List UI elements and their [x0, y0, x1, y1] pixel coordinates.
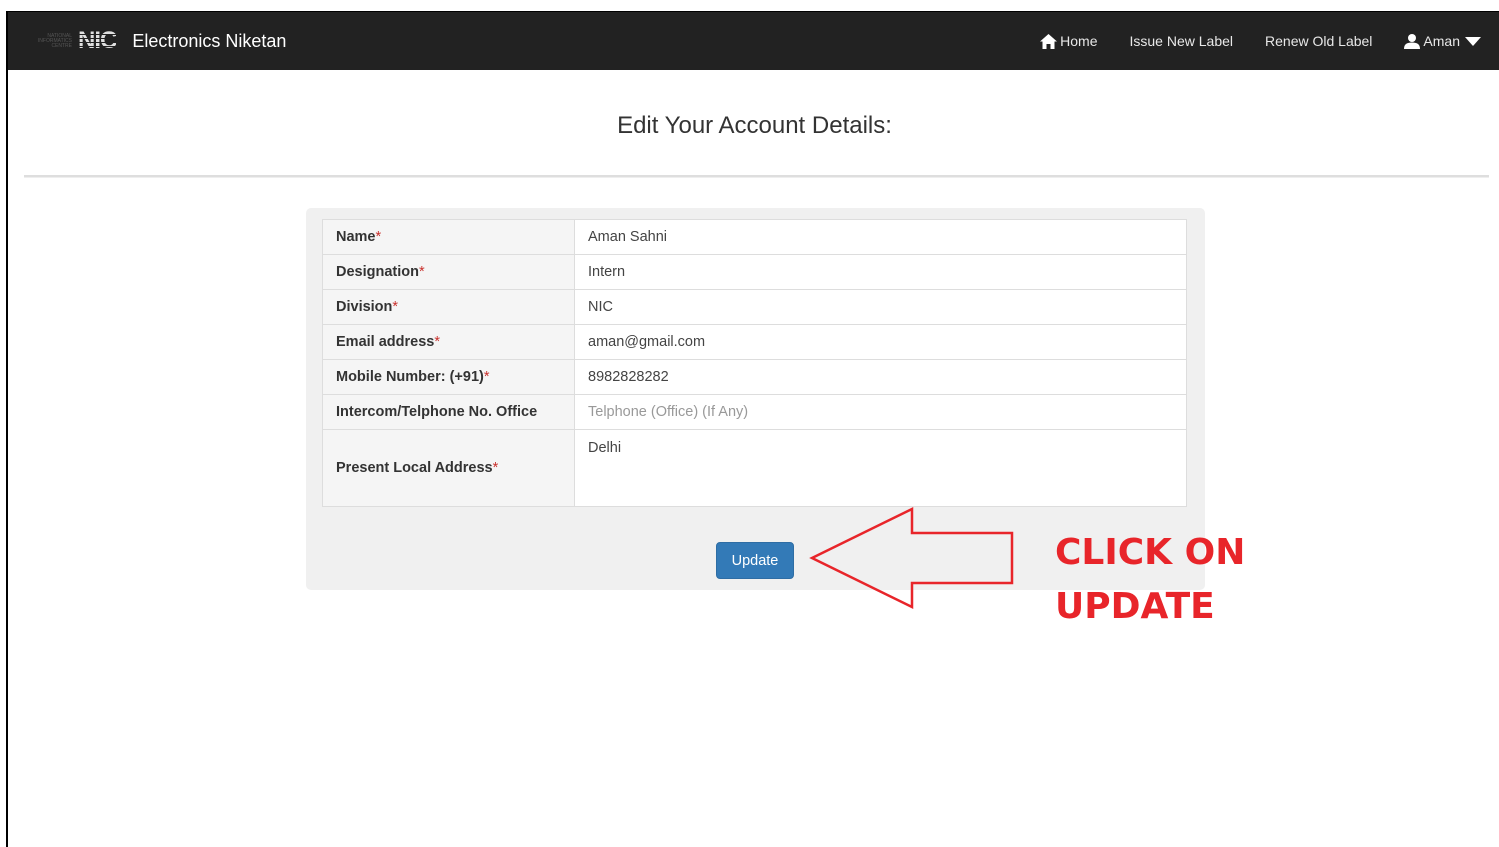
field-value: Aman Sahni	[588, 229, 667, 245]
annotation-text: CLICK ON UPDATE	[1055, 526, 1245, 634]
divider	[24, 175, 1489, 178]
required-marker: *	[418, 264, 425, 280]
nav-user-name: Aman	[1423, 33, 1460, 49]
user-icon	[1404, 33, 1421, 49]
field-input[interactable]: Telphone (Office) (If Any)	[574, 394, 1187, 430]
account-form-table: Name* Aman Sahni Designation* Intern Divisio…	[322, 219, 1187, 507]
field-value: aman@gmail.com	[588, 334, 706, 350]
brand[interactable]: NATIONAL INFORMATICS CENTRE NIC Electron…	[26, 12, 287, 70]
field-label: Intercom/Telphone No. Office	[336, 404, 538, 420]
nav-home[interactable]: Home	[1040, 33, 1098, 49]
update-button[interactable]: Update	[716, 542, 794, 579]
field-label: Mobile Number: (+91)	[336, 369, 484, 385]
field-label: Name	[336, 229, 376, 245]
nic-logo-small-text: NATIONAL INFORMATICS CENTRE	[37, 32, 72, 49]
field-label-cell: Email address*	[322, 324, 575, 360]
annotation-arrow	[809, 506, 1014, 610]
nav-user-dropdown[interactable]: Aman	[1404, 33, 1485, 49]
nav-issue-new-label[interactable]: Issue New Label	[1130, 33, 1234, 49]
field-placeholder: Telphone (Office) (If Any)	[588, 404, 749, 420]
field-input[interactable]: 8982828282	[574, 359, 1187, 395]
required-marker: *	[375, 229, 382, 245]
annotation-line-1: CLICK ON	[1055, 532, 1246, 573]
nav-links: Home Issue New Label Renew Old Label Ama…	[1008, 12, 1485, 70]
field-label-cell: Present Local Address*	[322, 429, 575, 507]
field-input[interactable]: Intern	[574, 254, 1187, 290]
home-icon	[1040, 33, 1058, 49]
nic-logo: NIC	[78, 27, 117, 54]
top-navbar: NATIONAL INFORMATICS CENTRE NIC Electron…	[8, 12, 1499, 70]
brand-name: Electronics Niketan	[132, 30, 287, 51]
form-row: Intercom/Telphone No. Office Telphone (Of…	[322, 394, 1187, 430]
browser-frame: NATIONAL INFORMATICS CENTRE NIC Electron…	[6, 11, 1499, 847]
form-row: Division* NIC	[322, 289, 1187, 325]
field-label-cell: Intercom/Telphone No. Office	[322, 394, 575, 430]
required-marker: *	[483, 369, 490, 385]
field-label-cell: Division*	[322, 289, 575, 325]
field-label-cell: Name*	[322, 219, 575, 255]
annotation-line-2: UPDATE	[1055, 586, 1215, 627]
nav-renew-old-label[interactable]: Renew Old Label	[1265, 33, 1372, 49]
page-title: Edit Your Account Details:	[617, 112, 892, 139]
field-label: Designation	[336, 264, 419, 280]
field-value: 8982828282	[588, 369, 669, 385]
address-textarea[interactable]: Delhi	[574, 429, 1187, 507]
field-input[interactable]: aman@gmail.com	[574, 324, 1187, 360]
field-value: Delhi	[588, 440, 622, 456]
field-label-cell: Designation*	[322, 254, 575, 290]
nav-renew-label: Renew Old Label	[1265, 33, 1373, 49]
field-label-cell: Mobile Number: (+91)*	[322, 359, 575, 395]
required-marker: *	[392, 299, 399, 315]
nav-home-label: Home	[1060, 33, 1098, 49]
field-label: Present Local Address	[336, 460, 493, 476]
field-label: Division	[336, 299, 393, 315]
form-row: Name* Aman Sahni	[322, 219, 1187, 255]
heading-container: Edit Your Account Details:	[8, 112, 1499, 140]
field-input[interactable]: Aman Sahni	[574, 219, 1187, 255]
field-value: NIC	[588, 299, 613, 315]
required-marker: *	[434, 334, 440, 350]
form-row: Present Local Address* Delhi	[322, 429, 1187, 507]
field-label: Email address	[336, 334, 435, 350]
field-value: Intern	[588, 264, 626, 280]
form-row: Designation* Intern	[322, 254, 1187, 290]
form-row: Email address* aman@gmail.com	[322, 324, 1187, 360]
field-input[interactable]: NIC	[574, 289, 1187, 325]
required-marker: *	[492, 460, 499, 476]
caret-down-icon	[1465, 37, 1481, 46]
form-row: Mobile Number: (+91)* 8982828282	[322, 359, 1187, 395]
nav-issue-label: Issue New Label	[1129, 33, 1234, 49]
